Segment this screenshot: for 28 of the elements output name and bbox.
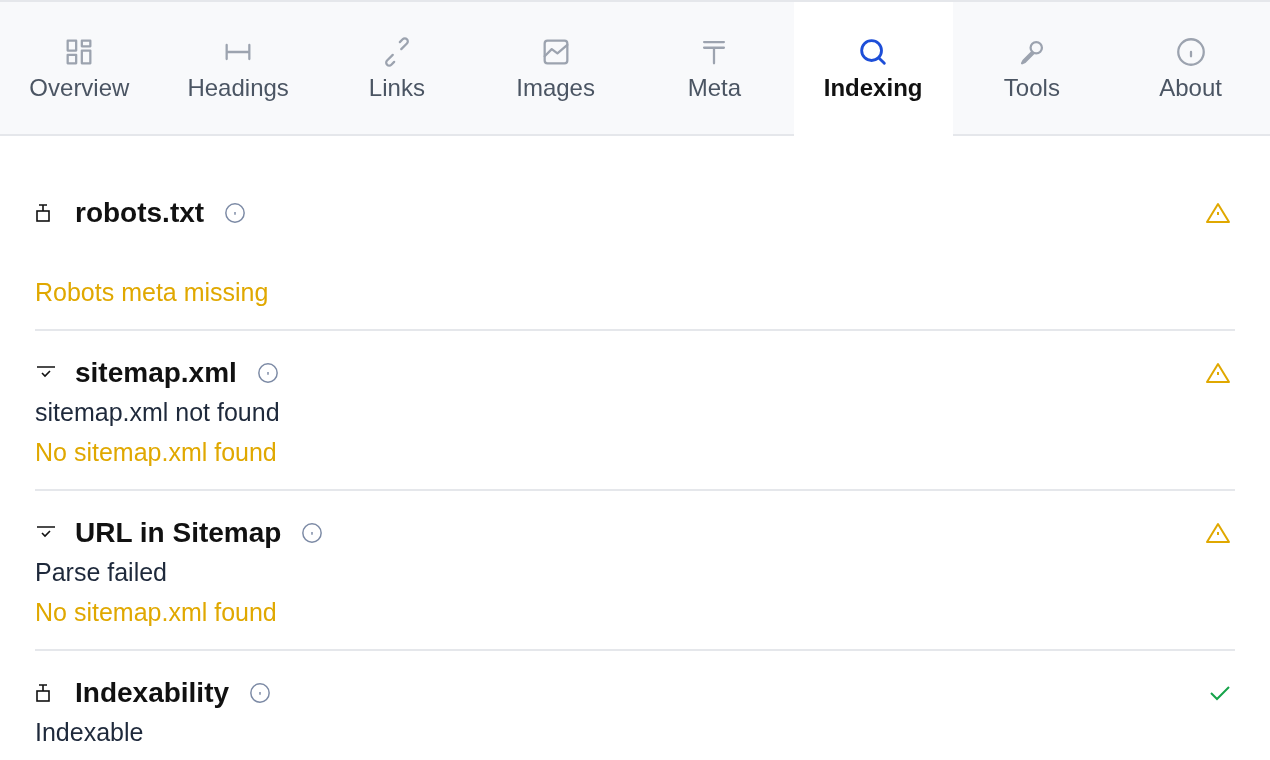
robot-icon — [35, 203, 51, 223]
tab[interactable]: Links — [317, 2, 477, 136]
tab[interactable]: Indexing — [793, 2, 953, 136]
warning-icon — [1205, 362, 1231, 384]
tab[interactable]: Meta — [635, 2, 794, 136]
info-icon[interactable] — [301, 522, 324, 544]
check-icon — [1209, 684, 1231, 702]
warning-text: Robots meta missing — [35, 277, 269, 309]
detail-text: sitemap.xml not found — [35, 397, 280, 429]
detail-text: Indexable — [35, 717, 144, 749]
detail-text: Parse failed — [35, 557, 168, 589]
section-title: sitemap.xml — [75, 356, 237, 390]
robot-icon — [35, 683, 51, 703]
tab[interactable]: About — [1111, 2, 1270, 136]
section-title: robots.txt — [75, 196, 205, 230]
tab[interactable]: Headings — [158, 2, 318, 136]
section-title: URL in Sitemap — [75, 516, 282, 550]
info-icon[interactable] — [224, 202, 247, 224]
tab[interactable]: Overview — [0, 2, 159, 136]
tab[interactable]: Tools — [952, 2, 1112, 136]
warning-text: No sitemap.xml found — [35, 437, 277, 469]
warning-icon — [1205, 522, 1231, 544]
warning-icon — [1205, 202, 1231, 224]
warning-text: No sitemap.xml found — [35, 597, 277, 629]
tab[interactable]: Images — [476, 2, 635, 136]
info-icon[interactable] — [256, 362, 279, 384]
section-title: Indexability — [75, 676, 230, 710]
info-icon[interactable] — [249, 682, 272, 704]
